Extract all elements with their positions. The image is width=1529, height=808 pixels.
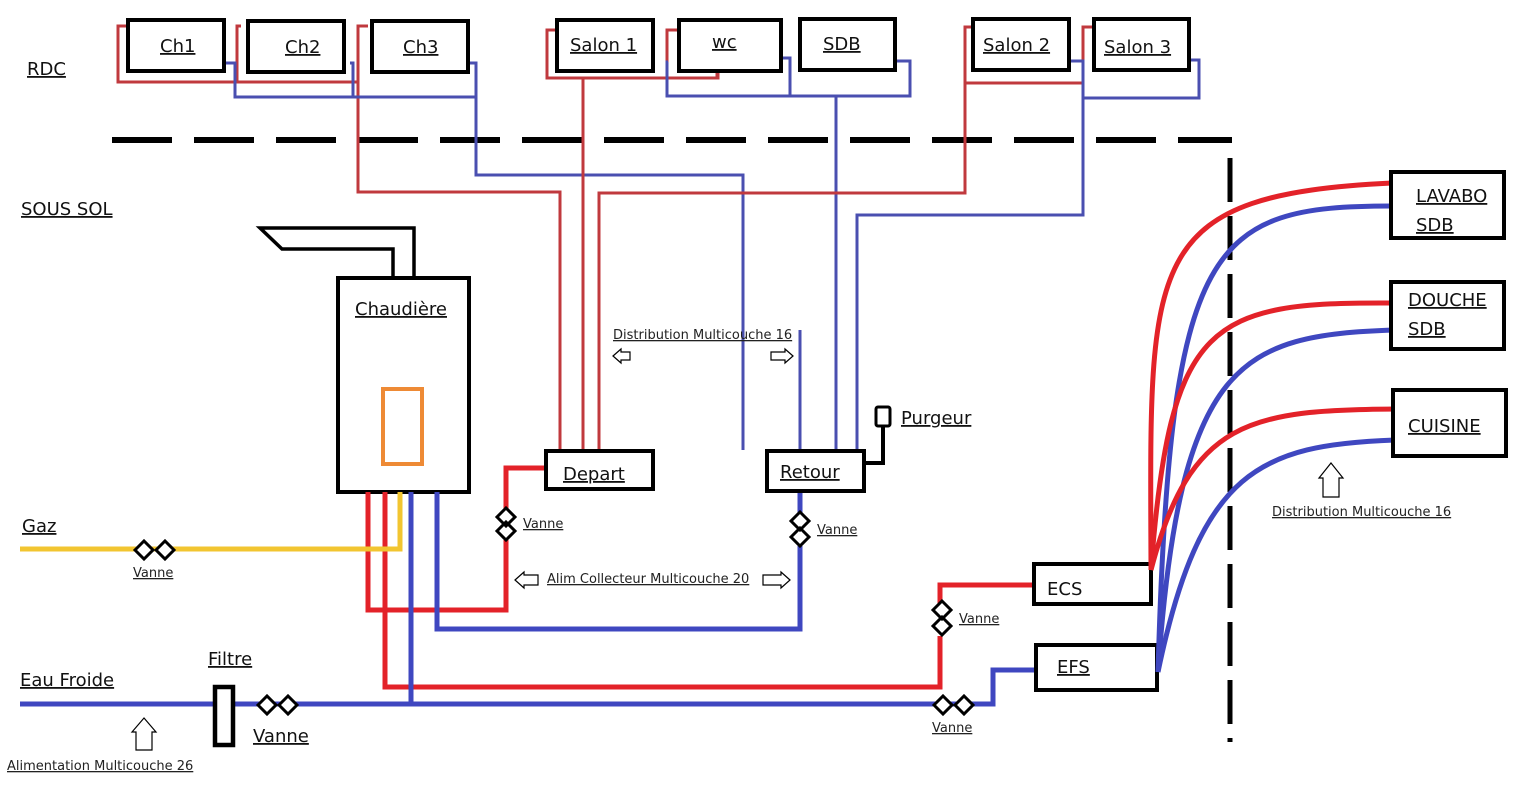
pipe-hot-cuisine: [1148, 406, 1396, 571]
fixture-label: DOUCHE: [1408, 290, 1487, 311]
room-ch2[interactable]: Ch2: [246, 19, 346, 74]
valve-label: Vanne: [523, 517, 563, 532]
collector-depart[interactable]: Depart: [544, 449, 655, 491]
fixture-label: CUISINE: [1408, 416, 1481, 437]
pipe-ecs-feed: [382, 492, 943, 690]
manifold-ecs[interactable]: ECS: [1032, 562, 1153, 606]
pipe-cold-lavabo: [1155, 203, 1393, 673]
purgeur-icon[interactable]: [874, 405, 892, 428]
room-wc[interactable]: wc: [677, 18, 783, 73]
valve-label: Vanne: [932, 721, 972, 736]
supply-label-gas: Gaz: [22, 516, 56, 537]
collector-retour[interactable]: Retour: [765, 449, 866, 493]
arrow-up-icon: [1317, 462, 1345, 498]
room-ch1[interactable]: Ch1: [126, 18, 226, 73]
room-salon1[interactable]: Salon 1: [555, 18, 655, 73]
room-label: Salon 3: [1104, 37, 1171, 58]
fixture-label: LAVABO: [1416, 186, 1487, 207]
room-label: SDB: [823, 34, 861, 55]
room-ch3[interactable]: Ch3: [370, 19, 470, 74]
arrow-right-icon: [770, 347, 794, 365]
room-label: Ch2: [285, 37, 320, 58]
annotation-distribution-fixtures: Distribution Multicouche 16: [1272, 505, 1451, 520]
room-label: Ch3: [403, 37, 438, 58]
flue-icon: [255, 226, 416, 280]
level-label-sous-sol: SOUS SOL: [21, 199, 113, 220]
valve-label: Vanne: [959, 612, 999, 627]
valve-label: Vanne: [817, 523, 857, 538]
room-sdb[interactable]: SDB: [798, 17, 897, 72]
arrow-left-icon: [612, 347, 631, 365]
pipe-depart-feed: [503, 465, 546, 518]
valve-ecs[interactable]: Vanne: [930, 598, 999, 638]
heating-return-line-salon3: [855, 98, 1085, 450]
retour-label: Retour: [780, 462, 840, 483]
heating-return-line-ch: [474, 97, 745, 450]
annotation-alimentation: Alimentation Multicouche 26: [7, 759, 193, 774]
boiler-label: Chaudière: [355, 299, 447, 320]
pipe-cold-douche: [1155, 327, 1396, 673]
annotation-distribution-collector: Distribution Multicouche 16: [613, 328, 792, 343]
annotation-alim-collector: Alim Collecteur Multicouche 20: [547, 572, 749, 587]
pipe-cold-cuisine: [1155, 437, 1396, 673]
room-salon3[interactable]: Salon 3: [1092, 17, 1191, 72]
efs-label: EFS: [1057, 657, 1090, 678]
manifold-efs[interactable]: EFS: [1034, 643, 1159, 692]
level-label-rdc: RDC: [27, 59, 66, 80]
depart-label: Depart: [563, 464, 625, 485]
arrow-right-icon: [762, 570, 791, 590]
plumbing-diagram: RDC SOUS SOL Ch1 Ch2 Ch3 Salon 1 wc SDB: [7, 17, 1508, 774]
purgeur-connector: [864, 425, 885, 465]
pipe-gas: [20, 492, 403, 552]
fixture-sublabel: SDB: [1408, 319, 1446, 340]
valve-label: Vanne: [253, 726, 309, 747]
filter-icon[interactable]: [212, 684, 236, 748]
fixture-sublabel: SDB: [1416, 215, 1454, 236]
fixture-douche[interactable]: DOUCHE SDB: [1389, 280, 1506, 351]
fixture-cuisine[interactable]: CUISINE: [1391, 388, 1508, 458]
ecs-label: ECS: [1047, 579, 1082, 600]
valve-depart[interactable]: Vanne: [494, 505, 563, 543]
room-salon2[interactable]: Salon 2: [971, 17, 1071, 72]
room-label: Salon 1: [570, 35, 637, 56]
valve-label: Vanne: [133, 566, 173, 581]
filter-label: Filtre: [208, 649, 252, 670]
pipe-ecs-in: [937, 582, 1035, 604]
room-label: Ch1: [160, 36, 195, 57]
room-label: wc: [712, 32, 737, 53]
supply-label-cold-water: Eau Froide: [20, 670, 114, 691]
valve-retour[interactable]: Vanne: [788, 509, 857, 549]
arrow-left-icon: [514, 570, 539, 590]
room-label: Salon 2: [983, 35, 1050, 56]
purgeur-label: Purgeur: [901, 408, 972, 429]
boiler[interactable]: Chaudière: [336, 276, 471, 494]
fixture-lavabo[interactable]: LAVABO SDB: [1389, 170, 1506, 240]
arrow-up-icon: [130, 717, 158, 751]
